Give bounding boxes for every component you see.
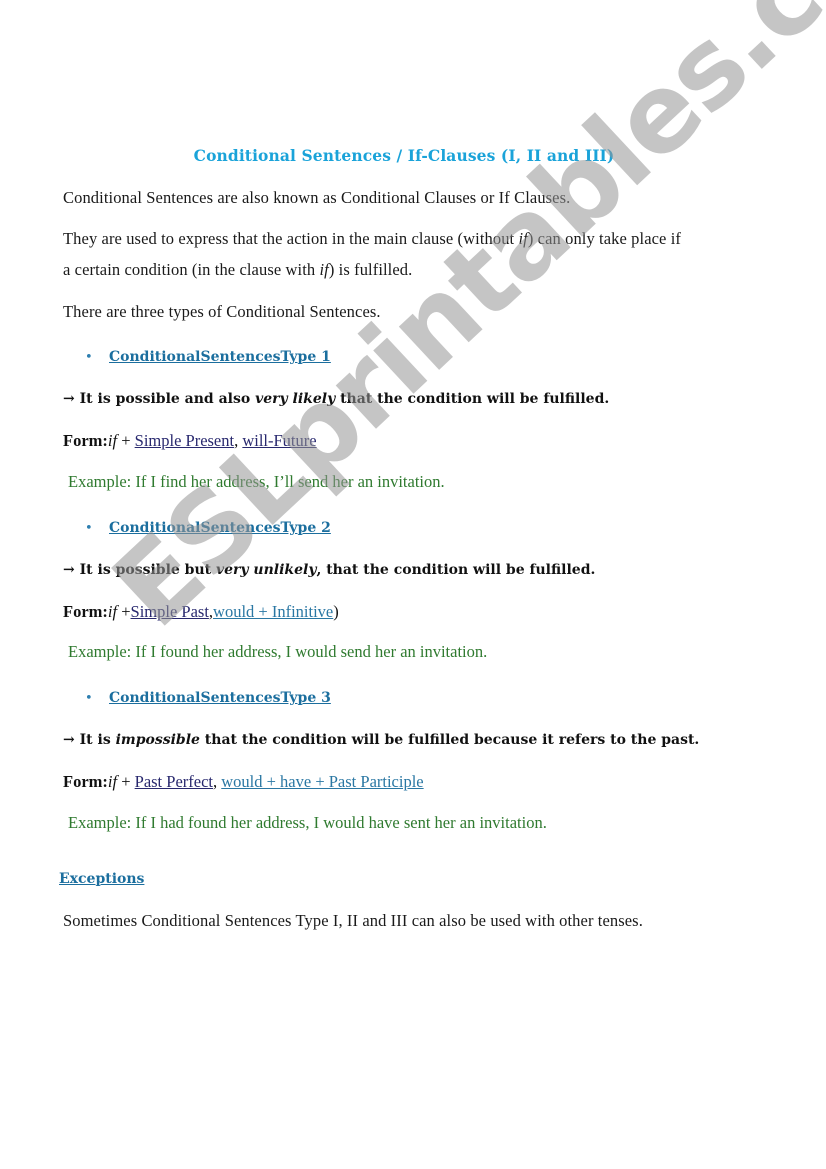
form-label: Form: [63,602,108,621]
intro-paragraph-1: Conditional Sentences are also known as … [63,188,571,207]
intro-paragraph-3: There are three types of Conditional Sen… [63,302,381,321]
desc-emphasis: very unlikely [215,562,317,578]
form-plus: + [117,431,135,450]
simple-past-link[interactable]: Simple Past [131,602,209,621]
form-if: if [107,602,118,621]
exceptions-heading-link[interactable]: Exceptions [59,871,144,887]
type-1-description: → It is possible and also very likely th… [63,391,609,407]
type-2-example: Example: If I found her address, I would… [68,642,488,661]
desc-emphasis: very likely [255,391,336,407]
bullet-icon: • [85,521,93,536]
type-2-form: Form:if +Simple Past,would + Infinitive) [63,602,339,622]
desc-text: that the condition will be fulfilled bec… [199,732,700,748]
form-plus: + [117,602,131,621]
form-label: Form: [63,431,108,450]
intro-text: a certain condition (in the clause with [63,260,320,279]
worksheet-page: Conditional Sentences / If-Clauses (I, I… [0,0,826,1169]
intro-text: ) can only take place if [527,229,681,248]
type-2-heading-link[interactable]: ConditionalSentencesType 2 [109,520,331,536]
form-if: if [107,431,118,450]
type-1-example: Example: If I find her address, I’ll sen… [68,472,445,491]
desc-text: that the condition will be fulfilled. [335,391,610,407]
desc-text: It is [79,732,116,748]
desc-text: , that the condition will be fulfilled. [316,562,596,578]
intro-text: They are used to express that the action… [63,229,519,248]
desc-text: It is possible and also [79,391,256,407]
bullet-icon: • [85,350,93,365]
form-label: Form: [63,772,108,791]
past-perfect-link[interactable]: Past Perfect [135,772,213,791]
form-separator: , [213,772,222,791]
intro-paragraph-2-line-2: a certain condition (in the clause with … [63,260,412,280]
type-3-example: Example: If I had found her address, I w… [68,813,547,832]
intro-text: ) is fulfilled. [328,260,413,279]
if-italic: if [518,229,528,248]
type-1-heading-link[interactable]: ConditionalSentencesType 1 [109,349,331,365]
arrow-icon: → [63,732,75,748]
type-3-heading-link[interactable]: ConditionalSentencesType 3 [109,690,331,706]
desc-emphasis: impossible [115,732,200,748]
arrow-icon: → [63,562,75,578]
will-future-link[interactable]: will-Future [242,431,316,450]
intro-paragraph-2-line-1: They are used to express that the action… [63,229,681,249]
would-infinitive-link[interactable]: would + Infinitive [213,602,333,621]
exceptions-text: Sometimes Conditional Sentences Type I, … [63,911,643,930]
type-3-description: → It is impossible that the condition wi… [63,732,699,748]
page-title: Conditional Sentences / If-Clauses (I, I… [193,146,615,165]
form-plus: + [117,772,135,791]
form-if: if [107,772,118,791]
type-2-description: → It is possible but very unlikely, that… [63,562,595,578]
simple-present-link[interactable]: Simple Present [135,431,234,450]
would-have-past-participle-link[interactable]: would + have + Past Participle [221,772,423,791]
arrow-icon: → [63,391,75,407]
bullet-icon: • [85,691,93,706]
type-3-form: Form:if + Past Perfect, would + have + P… [63,772,424,792]
type-1-form: Form:if + Simple Present, will-Future [63,431,317,451]
desc-text: It is possible but [79,562,216,578]
if-italic: if [319,260,329,279]
watermark: ESLprintables.com [90,0,826,652]
form-tail: ) [333,602,339,621]
